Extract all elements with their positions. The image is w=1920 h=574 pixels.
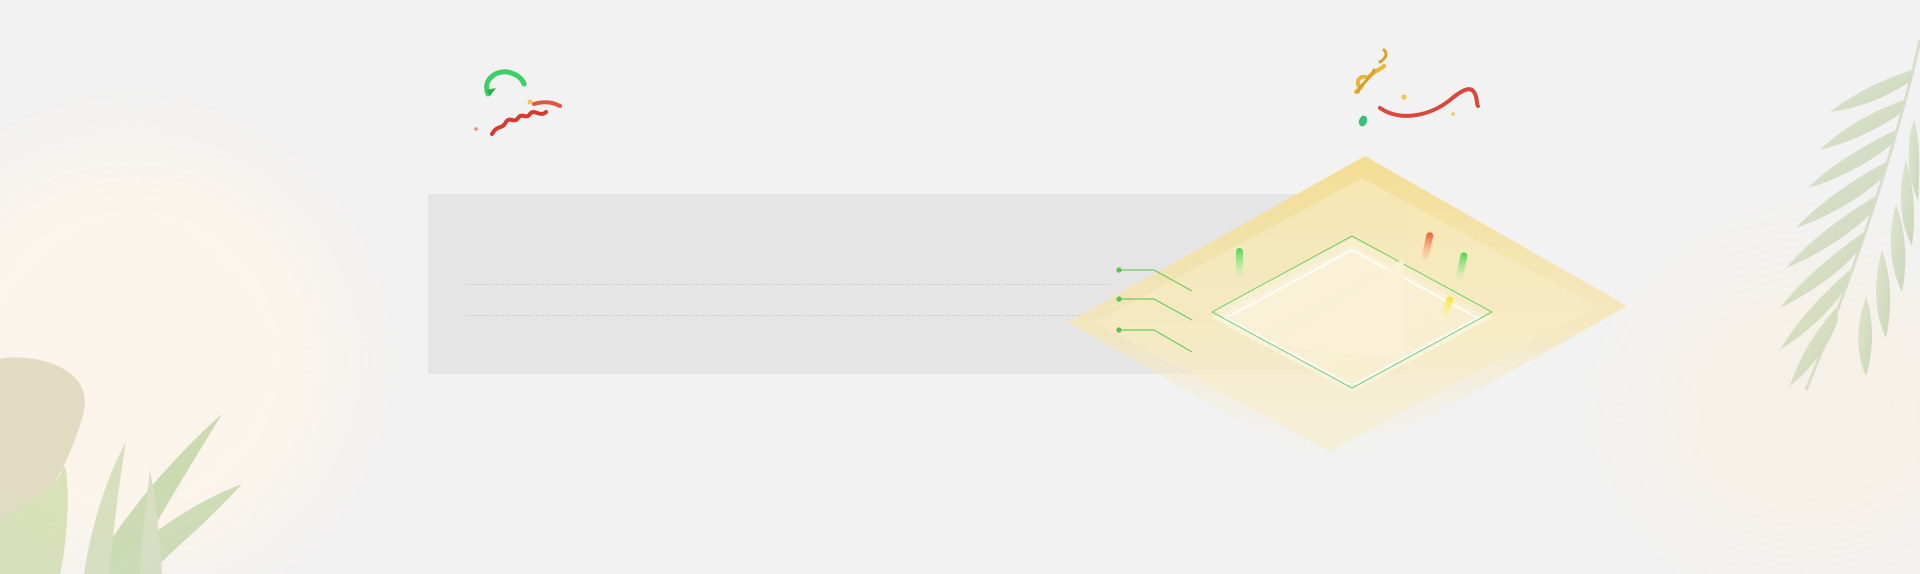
confetti-right (1354, 48, 1480, 127)
banner (0, 0, 1920, 574)
left-plant-leaves (0, 357, 242, 574)
decorations (0, 39, 1920, 574)
right-palm-frond (1780, 39, 1920, 391)
confetti-left (474, 69, 562, 136)
